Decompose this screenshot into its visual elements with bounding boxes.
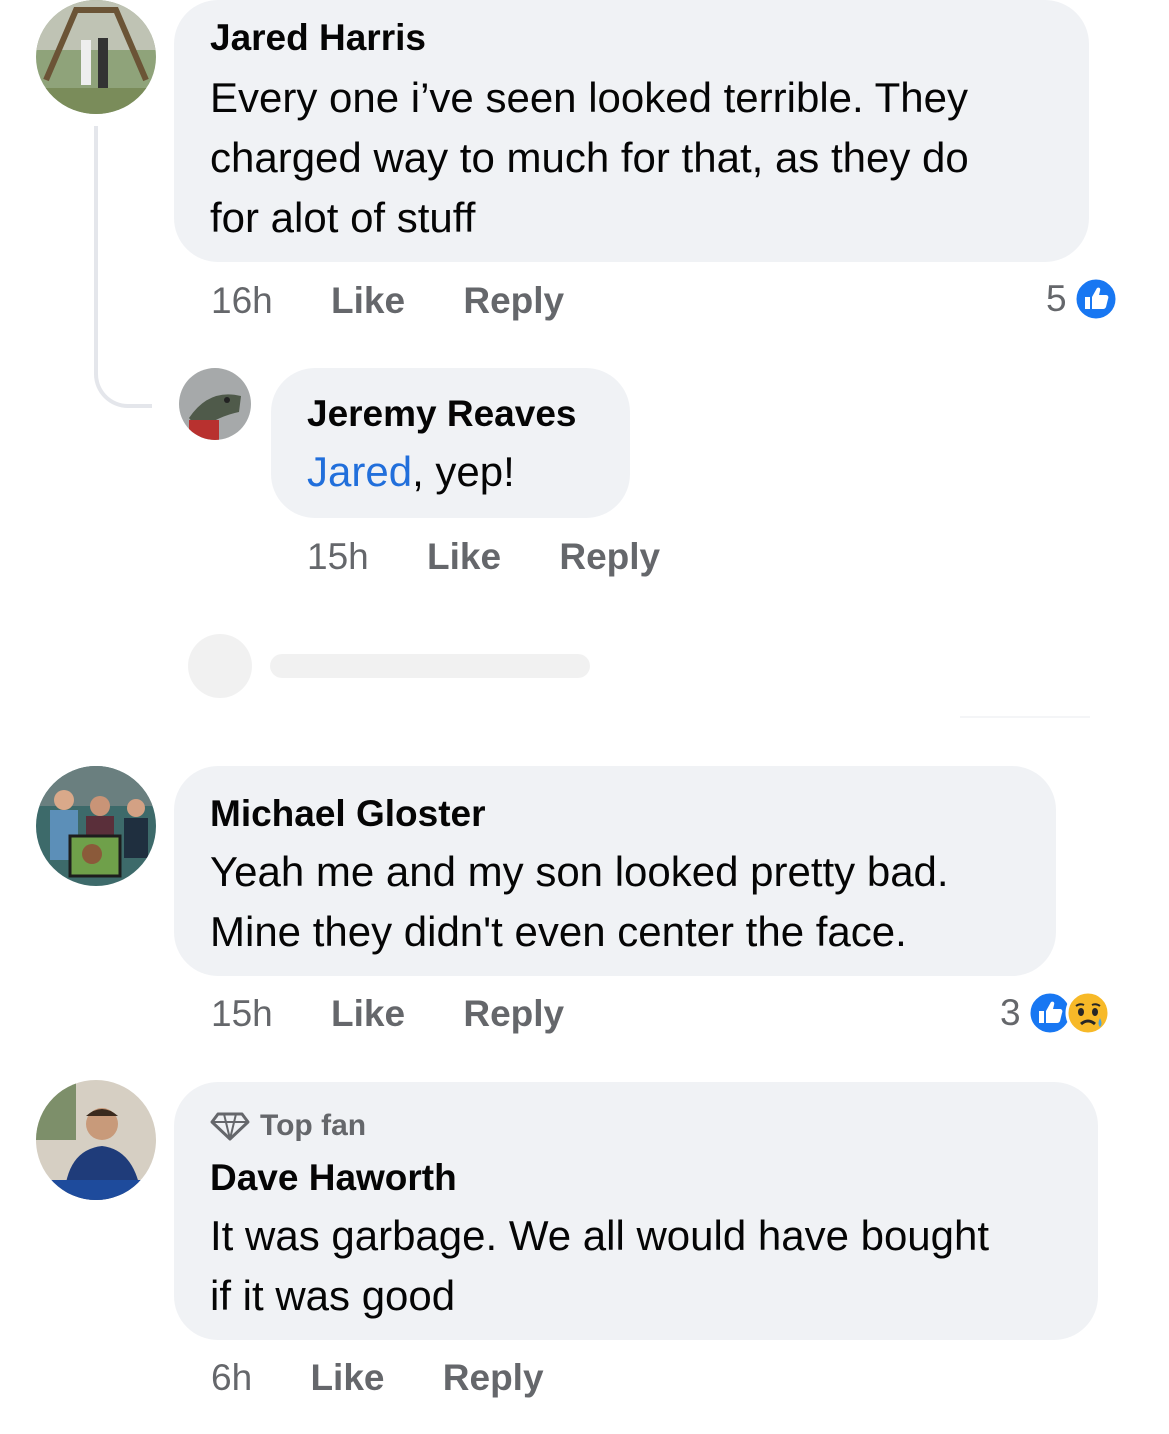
comment-bubble-jared-harris: Jared Harris Every one i’ve seen looked … bbox=[174, 0, 1089, 262]
reaction-count: 3 bbox=[1000, 992, 1021, 1033]
comment-bubble-michael-gloster: Michael Gloster Yeah me and my son looke… bbox=[174, 766, 1056, 976]
comment-bubble-jeremy-reaves: Jeremy Reaves Jared, yep! bbox=[271, 368, 630, 518]
comment-text: , yep! bbox=[412, 448, 515, 495]
comment-timestamp[interactable]: 15h bbox=[307, 536, 369, 578]
like-button[interactable]: Like bbox=[331, 993, 405, 1035]
comment-text-line: if it was good bbox=[210, 1272, 456, 1319]
comment-bubble-dave-haworth: Top fan Dave Haworth It was garbage. We … bbox=[174, 1082, 1098, 1340]
top-fan-label: Top fan bbox=[260, 1109, 367, 1142]
comment-author[interactable]: Jared Harris bbox=[210, 16, 1053, 60]
comment-text-line: Jared, yep! bbox=[307, 442, 594, 502]
comment-text-line: Yeah me and my son looked pretty bad. bbox=[210, 848, 949, 895]
comment-text-line: It was garbage. We all would have bought bbox=[210, 1212, 990, 1259]
comment-text-line: for alot of stuff bbox=[210, 194, 476, 241]
comment-author[interactable]: Michael Gloster bbox=[210, 792, 1020, 836]
like-button[interactable]: Like bbox=[331, 280, 405, 322]
diamond-icon bbox=[210, 1112, 250, 1141]
reply-button[interactable]: Reply bbox=[463, 993, 564, 1035]
reply-button[interactable]: Reply bbox=[443, 1357, 544, 1399]
reply-thread-line bbox=[94, 126, 152, 408]
comment-actions: 16h Like Reply bbox=[211, 280, 564, 322]
comment-text-line: Mine they didn't even center the face. bbox=[210, 908, 907, 955]
comment-author[interactable]: Jeremy Reaves bbox=[307, 392, 594, 436]
avatar-michael-gloster[interactable] bbox=[36, 766, 156, 886]
reaction-summary[interactable]: 5 bbox=[1046, 276, 1119, 322]
comment-actions: 15h Like Reply bbox=[307, 536, 660, 578]
sad-reaction-icon bbox=[1065, 990, 1111, 1036]
divider bbox=[960, 716, 1090, 718]
comment-timestamp[interactable]: 16h bbox=[211, 280, 273, 322]
reaction-summary[interactable]: 3 bbox=[1000, 990, 1111, 1036]
like-reaction-icon bbox=[1073, 276, 1119, 322]
comment-actions: 6h Like Reply bbox=[211, 1357, 544, 1399]
comment-text-line: Every one i’ve seen looked terrible. The… bbox=[210, 74, 968, 121]
faint-reply-composer bbox=[180, 630, 600, 700]
reply-button[interactable]: Reply bbox=[559, 536, 660, 578]
comment-author[interactable]: Dave Haworth bbox=[210, 1156, 1062, 1200]
mention-link[interactable]: Jared bbox=[307, 448, 412, 495]
comment-timestamp[interactable]: 15h bbox=[211, 993, 273, 1035]
avatar-jared-harris[interactable] bbox=[36, 0, 156, 114]
like-button[interactable]: Like bbox=[427, 536, 501, 578]
reply-button[interactable]: Reply bbox=[463, 280, 564, 322]
like-button[interactable]: Like bbox=[310, 1357, 384, 1399]
top-fan-badge: Top fan bbox=[210, 1106, 1062, 1146]
avatar-dave-haworth[interactable] bbox=[36, 1080, 156, 1200]
comment-actions: 15h Like Reply bbox=[211, 993, 564, 1035]
avatar-jeremy-reaves[interactable] bbox=[179, 368, 251, 440]
comment-text-line: charged way to much for that, as they do bbox=[210, 134, 969, 181]
reaction-count: 5 bbox=[1046, 278, 1067, 319]
comment-timestamp[interactable]: 6h bbox=[211, 1357, 252, 1399]
